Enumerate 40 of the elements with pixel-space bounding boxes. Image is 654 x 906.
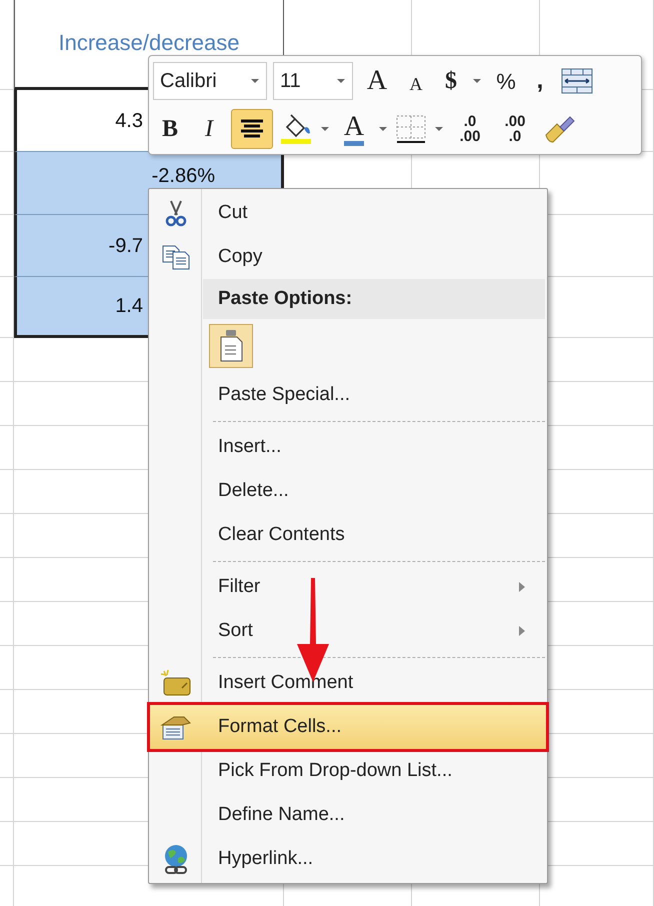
caret-icon — [472, 78, 482, 84]
menu-item[interactable]: Clear Contents — [150, 513, 546, 557]
toolbar-button[interactable]: , — [529, 61, 551, 101]
menu-item[interactable]: Sort — [150, 609, 546, 653]
menu-item[interactable]: Hyperlink... — [150, 837, 546, 881]
toolbar-button[interactable] — [231, 109, 273, 149]
menu-item[interactable]: Insert... — [150, 425, 546, 469]
menu-item[interactable]: Pick From Drop-down List... — [150, 749, 546, 793]
caret-icon — [336, 78, 346, 84]
menu-item[interactable]: Format Cells... — [150, 705, 546, 749]
align-center-icon — [239, 118, 265, 140]
column-header: Increase/decrease — [58, 32, 240, 54]
menu-item[interactable]: Insert Comment — [150, 661, 546, 705]
caret-icon — [378, 126, 388, 132]
toolbar-button[interactable]: $ — [437, 61, 465, 101]
caret-icon — [250, 78, 260, 84]
toolbar-button[interactable]: A — [401, 61, 431, 101]
toolbar-button[interactable]: A — [359, 61, 395, 101]
toolbar-button[interactable]: .00 .0 — [495, 109, 535, 149]
toolbar-button[interactable]: % — [489, 61, 523, 101]
wrap-text-icon — [561, 68, 593, 94]
combo-box[interactable]: Calibri — [153, 62, 267, 100]
menu-item[interactable]: Define Name... — [150, 793, 546, 837]
menu-item[interactable]: Paste Special... — [150, 373, 546, 417]
caret-icon — [434, 126, 444, 132]
fill-color-icon — [279, 113, 313, 145]
toolbar-button[interactable]: B — [153, 109, 187, 149]
toolbar-button[interactable]: I — [192, 109, 226, 149]
scissors-icon — [165, 199, 187, 227]
note-icon — [160, 669, 192, 697]
toolbar-button[interactable]: .0 .00 — [450, 109, 490, 149]
borders-icon — [395, 114, 427, 144]
toolbar-button[interactable]: A — [336, 109, 372, 149]
section-header: Paste Options: — [203, 279, 545, 319]
copy-icon — [161, 244, 191, 270]
menu-item[interactable]: Filter — [150, 565, 546, 609]
combo-box[interactable]: 11 — [273, 62, 353, 100]
menu-item[interactable]: Delete... — [150, 469, 546, 513]
paste-button[interactable] — [209, 324, 253, 368]
caret-icon — [320, 126, 330, 132]
